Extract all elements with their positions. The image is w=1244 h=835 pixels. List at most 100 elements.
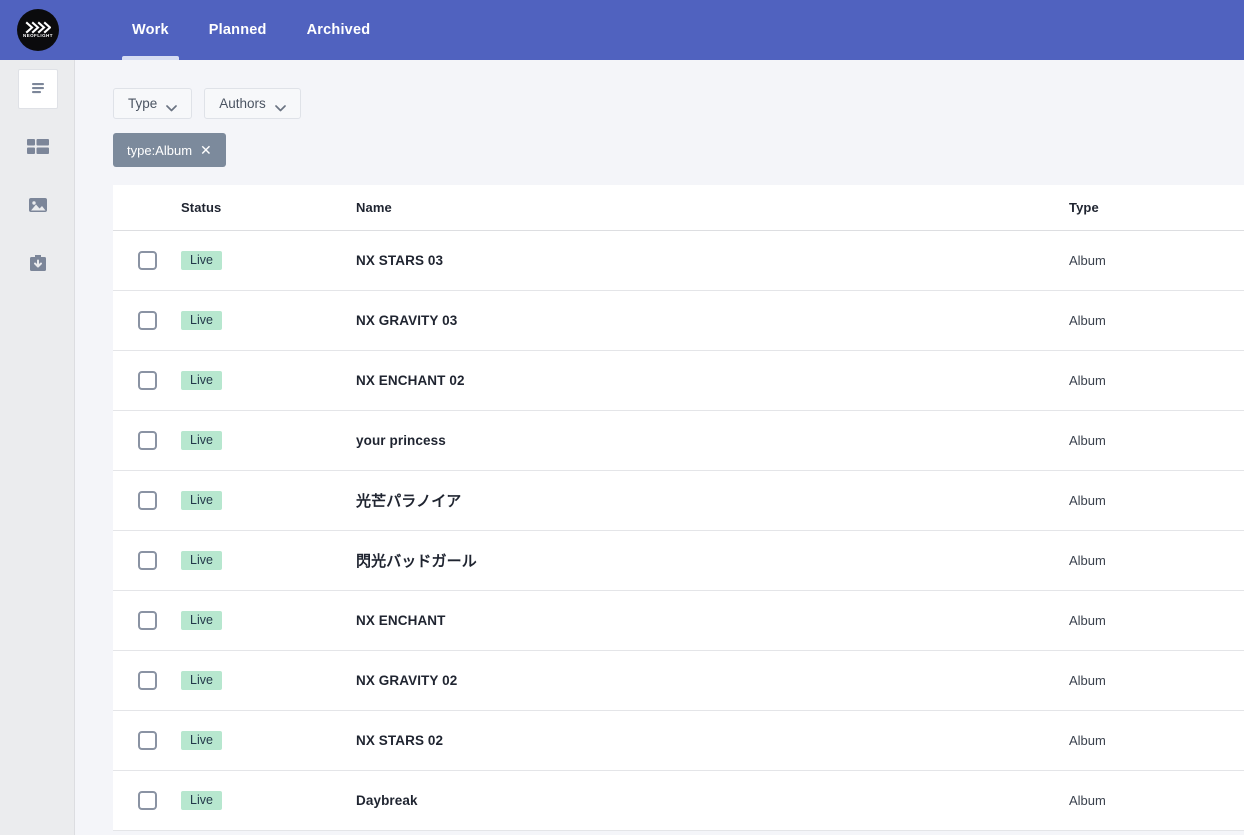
row-status-cell: Live	[181, 730, 356, 751]
close-icon[interactable]: ✕	[200, 143, 212, 157]
row-checkbox[interactable]	[137, 371, 157, 390]
main-content: Type Authors type:Album ✕ Status Name Ty…	[75, 60, 1244, 835]
row-checkbox[interactable]	[137, 431, 157, 450]
sidebar-item-downloads[interactable]	[0, 234, 75, 292]
row-type-cell: Album	[1069, 733, 1106, 748]
row-type-cell: Album	[1069, 313, 1106, 328]
filter-buttons: Type Authors	[113, 88, 1244, 119]
row-name-link[interactable]: your princess	[356, 433, 446, 448]
status-badge: Live	[181, 490, 222, 511]
table-row[interactable]: Live your princess Album	[113, 411, 1244, 471]
sidebar-item-layouts[interactable]	[0, 118, 75, 176]
row-checkbox-cell	[113, 311, 181, 330]
row-checkbox[interactable]	[137, 491, 157, 510]
status-badge: Live	[181, 790, 222, 811]
row-type-cell: Album	[1069, 253, 1106, 268]
table-row[interactable]: Live NX ENCHANT 02 Album	[113, 351, 1244, 411]
row-status-cell: Live	[181, 370, 356, 391]
status-badge: Live	[181, 550, 222, 571]
row-name-link[interactable]: 光芒パラノイア	[356, 493, 461, 510]
table-row[interactable]: Live Daybreak Album	[113, 771, 1244, 831]
table-row[interactable]: Live NX ENCHANT Album	[113, 591, 1244, 651]
table-row[interactable]: Live 光芒パラノイア Album	[113, 471, 1244, 531]
table-layout-icon	[26, 138, 49, 156]
row-status-cell: Live	[181, 550, 356, 571]
row-name-link[interactable]: NX ENCHANT	[356, 613, 446, 628]
app-logo[interactable]: NEOFLIGHT	[0, 0, 75, 60]
row-name-cell: Daybreak	[356, 792, 1069, 810]
table-row[interactable]: Live NX GRAVITY 02 Album	[113, 651, 1244, 711]
status-badge: Live	[181, 310, 222, 331]
column-header-type[interactable]: Type	[1069, 200, 1244, 215]
row-status-cell: Live	[181, 430, 356, 451]
row-status-cell: Live	[181, 310, 356, 331]
status-badge: Live	[181, 250, 222, 271]
tab-archived[interactable]: Archived	[287, 0, 391, 60]
row-name-link[interactable]: Daybreak	[356, 793, 418, 808]
row-status-cell: Live	[181, 490, 356, 511]
row-status-cell: Live	[181, 670, 356, 691]
row-checkbox[interactable]	[137, 671, 157, 690]
row-checkbox-cell	[113, 251, 181, 270]
row-name-link[interactable]: NX ENCHANT 02	[356, 373, 465, 388]
row-checkbox[interactable]	[137, 311, 157, 330]
status-badge: Live	[181, 610, 222, 631]
logo-wordmark: NEOFLIGHT	[22, 33, 53, 39]
filter-chip-label: type:Album	[127, 142, 193, 158]
row-type-cell: Album	[1069, 373, 1106, 388]
row-name-link[interactable]: NX STARS 03	[356, 253, 443, 268]
row-checkbox-cell	[113, 671, 181, 690]
app-header: NEOFLIGHT Work Planned Archived	[0, 0, 1244, 60]
row-checkbox[interactable]	[137, 611, 157, 630]
sidebar-item-documents[interactable]	[0, 60, 75, 118]
tab-archived-label: Archived	[306, 22, 371, 38]
row-checkbox-cell	[113, 731, 181, 750]
filter-type-button[interactable]: Type	[113, 88, 193, 119]
row-checkbox[interactable]	[137, 731, 157, 750]
row-checkbox-cell	[113, 431, 181, 450]
sidebar	[0, 60, 75, 835]
sidebar-item-media[interactable]	[0, 176, 75, 234]
image-icon	[28, 196, 48, 214]
filter-chip-type-album[interactable]: type:Album ✕	[113, 133, 226, 167]
status-badge: Live	[181, 430, 222, 451]
status-badge: Live	[181, 370, 222, 391]
active-filter-chips: type:Album ✕	[113, 133, 1244, 167]
table-header-row: Status Name Type	[113, 185, 1244, 231]
row-name-cell: NX GRAVITY 03	[356, 312, 1069, 330]
row-type-cell: Album	[1069, 493, 1106, 508]
tab-planned[interactable]: Planned	[189, 0, 287, 60]
column-header-name[interactable]: Name	[356, 200, 1069, 215]
chevron-down-icon	[274, 100, 286, 112]
column-header-status[interactable]: Status	[181, 200, 356, 215]
row-name-link[interactable]: NX STARS 02	[356, 733, 443, 748]
filter-bar: Type Authors type:Album ✕	[75, 60, 1244, 167]
row-name-cell: NX STARS 03	[356, 252, 1069, 270]
table-row[interactable]: Live NX STARS 02 Album	[113, 711, 1244, 771]
row-checkbox-cell	[113, 491, 181, 510]
row-name-link[interactable]: NX GRAVITY 02	[356, 673, 457, 688]
row-name-cell: NX ENCHANT 02	[356, 372, 1069, 390]
row-name-cell: NX GRAVITY 02	[356, 672, 1069, 690]
row-status-cell: Live	[181, 610, 356, 631]
main-tabs: Work Planned Archived	[75, 0, 390, 60]
filter-type-label: Type	[128, 96, 158, 111]
row-type-cell: Album	[1069, 553, 1106, 568]
row-checkbox-cell	[113, 551, 181, 570]
table-row[interactable]: Live NX STARS 03 Album	[113, 231, 1244, 291]
row-type-cell: Album	[1069, 793, 1106, 808]
row-checkbox[interactable]	[137, 251, 157, 270]
row-name-cell: NX STARS 02	[356, 732, 1069, 750]
table-body: Live NX STARS 03 Album Live NX GRAVITY 03 Alb…	[113, 231, 1244, 831]
row-checkbox-cell	[113, 791, 181, 810]
table-row[interactable]: Live 閃光バッドガール Album	[113, 531, 1244, 591]
table-row[interactable]: Live NX GRAVITY 03 Album	[113, 291, 1244, 351]
filter-authors-button[interactable]: Authors	[204, 88, 301, 119]
row-name-link[interactable]: NX GRAVITY 03	[356, 313, 457, 328]
chevron-down-icon	[166, 100, 178, 112]
row-checkbox[interactable]	[137, 791, 157, 810]
row-type-cell: Album	[1069, 433, 1106, 448]
row-name-link[interactable]: 閃光バッドガール	[356, 553, 477, 570]
row-checkbox[interactable]	[137, 551, 157, 570]
tab-work[interactable]: Work	[112, 0, 189, 60]
